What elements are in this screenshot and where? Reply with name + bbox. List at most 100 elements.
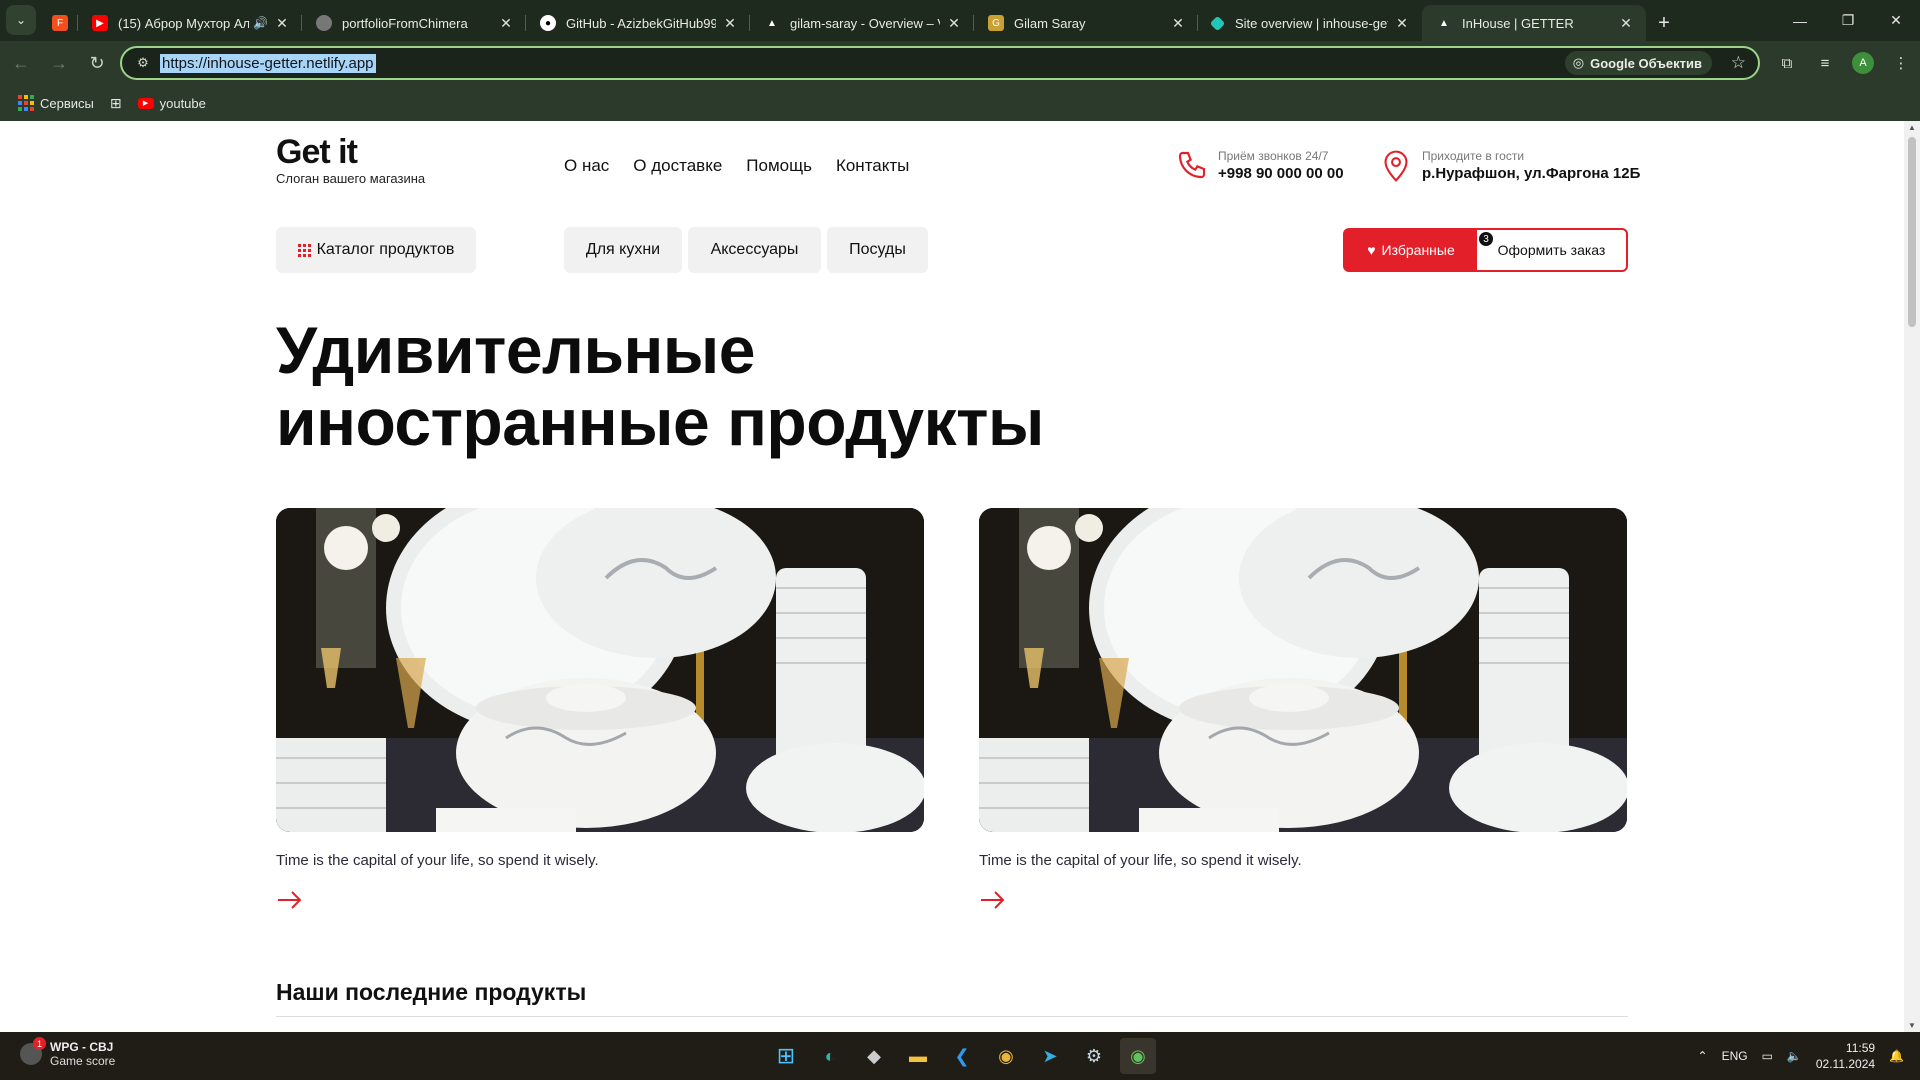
bookmark-youtube-label: youtube: [159, 95, 206, 111]
network-icon[interactable]: ▭: [1762, 1049, 1773, 1063]
close-icon[interactable]: ✕: [1394, 15, 1410, 32]
windows-start-icon[interactable]: ⊞: [768, 1038, 804, 1074]
game-icon: 1: [20, 1037, 46, 1065]
clock[interactable]: 11:59 02.11.2024: [1816, 1040, 1875, 1072]
nav-link-help[interactable]: Помощь: [746, 156, 812, 176]
youtube-icon: ▶: [137, 97, 154, 109]
address-contact[interactable]: Приходите в гости р.Нурафшон, ул.Фаргона…: [1380, 149, 1640, 183]
scroll-down-icon[interactable]: ▼: [1904, 1021, 1920, 1030]
hero-title-line-2: иностранные продукты: [276, 385, 1044, 459]
scroll-up-icon[interactable]: ▲: [1904, 123, 1920, 132]
favorites-button[interactable]: ♥ Избранные: [1345, 230, 1477, 270]
checkout-button[interactable]: 3 Оформить заказ: [1477, 230, 1626, 270]
url-text[interactable]: https://inhouse-getter.netlify.app: [160, 53, 376, 73]
extensions-icon[interactable]: ⧉: [1768, 41, 1806, 85]
github-icon: ●: [540, 15, 556, 31]
lens-label: Google Объектив: [1590, 55, 1702, 71]
tab-github[interactable]: ● GitHub - AzizbekGitHub99/in ✕: [526, 5, 750, 41]
close-icon[interactable]: ✕: [274, 15, 290, 32]
tab-title: InHouse | GETTER: [1462, 15, 1574, 31]
telegram-icon[interactable]: ➤: [1032, 1038, 1068, 1074]
location-pin-icon: [1384, 150, 1408, 182]
steam-icon[interactable]: ⚙: [1076, 1038, 1112, 1074]
category-accessories-button[interactable]: Аксессуары: [688, 227, 821, 273]
catalog-label: Каталог продуктов: [316, 241, 455, 258]
speaker-icon[interactable]: 🔊: [253, 16, 268, 30]
close-icon[interactable]: ✕: [1170, 15, 1186, 32]
language-indicator[interactable]: ENG: [1722, 1049, 1748, 1063]
phone-contact[interactable]: Приём звонков 24/7 +998 90 000 00 00: [1176, 149, 1344, 182]
new-tab-button[interactable]: +: [1646, 5, 1682, 41]
google-lens-button[interactable]: ◎ Google Объектив: [1564, 51, 1712, 75]
windows-taskbar: 1 WPG - CBJ Game score ⊞ ◐ ◆ ▬ ❮ ◉ ➤ ⚙ ◉…: [0, 1032, 1920, 1080]
arrow-right-icon[interactable]: [979, 887, 1005, 913]
chrome-active-icon[interactable]: ◉: [1120, 1038, 1156, 1074]
youtube-icon: ▶: [92, 15, 108, 31]
tab-search-dropdown[interactable]: ⌄: [6, 5, 36, 35]
address-bar[interactable]: ⚙ https://inhouse-getter.netlify.app ◎ G…: [120, 46, 1760, 80]
tab-title: GitHub - AzizbekGitHub99/in: [566, 15, 716, 31]
tab-groups-icon[interactable]: ⊞: [110, 95, 122, 112]
scrollbar-thumb[interactable]: [1908, 137, 1916, 327]
nav-link-delivery[interactable]: О доставке: [633, 156, 722, 176]
tab-portfolio[interactable]: portfolioFromChimera ✕: [302, 5, 526, 41]
close-icon[interactable]: ✕: [1618, 15, 1634, 32]
tab-inhouse-getter[interactable]: ▲ InHouse | GETTER ✕: [1422, 5, 1646, 41]
game-widget[interactable]: 1 WPG - CBJ Game score: [20, 1037, 115, 1068]
tab-youtube[interactable]: ▶ (15) Аброр Мухтор Алий 🔊 ✕: [78, 5, 302, 41]
menu-icon[interactable]: ⋮: [1882, 41, 1920, 85]
minimize-icon[interactable]: —: [1776, 0, 1824, 41]
close-icon[interactable]: ✕: [946, 15, 962, 32]
site-info-icon[interactable]: ⚙: [130, 55, 156, 71]
figma-icon: F: [52, 15, 68, 31]
close-icon[interactable]: ✕: [498, 15, 514, 32]
apps-grid-icon: [18, 95, 34, 111]
tableware-image[interactable]: [276, 508, 924, 832]
close-window-icon[interactable]: ✕: [1872, 0, 1920, 41]
file-explorer-icon[interactable]: ▬: [900, 1038, 936, 1074]
bookmark-apps[interactable]: Сервисы: [18, 95, 94, 111]
gilam-icon: G: [988, 15, 1004, 31]
restore-icon[interactable]: ❐: [1824, 0, 1872, 41]
volume-icon[interactable]: 🔈: [1787, 1049, 1802, 1063]
close-icon[interactable]: ✕: [722, 15, 738, 32]
edge-icon[interactable]: ◐: [812, 1038, 848, 1074]
app-icon[interactable]: ◆: [856, 1038, 892, 1074]
chrome-icon[interactable]: ◉: [988, 1038, 1024, 1074]
catalog-button[interactable]: Каталог продуктов: [276, 227, 476, 273]
game-title: WPG - CBJ: [50, 1040, 114, 1054]
tab-vercel[interactable]: ▲ gilam-saray - Overview – Verc ✕: [750, 5, 974, 41]
bookmark-youtube[interactable]: ▶ youtube: [137, 95, 206, 111]
vscode-icon[interactable]: ❮: [944, 1038, 980, 1074]
tray-chevron-icon[interactable]: ⌃: [1698, 1049, 1708, 1063]
lens-icon: ◎: [1572, 55, 1585, 70]
media-control-icon[interactable]: ≡: [1806, 41, 1844, 85]
favorites-label: Избранные: [1381, 242, 1455, 258]
forward-icon[interactable]: →: [42, 46, 76, 80]
category-kitchen-button[interactable]: Для кухни: [564, 227, 682, 273]
back-icon[interactable]: ←: [4, 46, 38, 80]
notification-icon[interactable]: 🔔: [1889, 1049, 1904, 1063]
game-badge: 1: [33, 1037, 46, 1050]
tab-netlify[interactable]: Site overview | inhouse-getter ✕: [1198, 5, 1422, 41]
nav-link-about[interactable]: О нас: [564, 156, 609, 176]
tableware-image[interactable]: [979, 508, 1627, 832]
heart-icon: ♥: [1367, 242, 1376, 258]
vercel-icon: ▲: [767, 17, 777, 29]
category-dishes-button[interactable]: Посуды: [827, 227, 928, 273]
reload-icon[interactable]: ↻: [80, 46, 114, 80]
tab-gilam-saray[interactable]: G Gilam Saray ✕: [974, 5, 1198, 41]
divider: [276, 1016, 1628, 1017]
tab-figma[interactable]: F: [42, 5, 78, 41]
phone-icon: [1178, 151, 1206, 179]
promo-card: Time is the capital of your life, so spe…: [979, 508, 1627, 918]
nav-link-contacts[interactable]: Контакты: [836, 156, 909, 176]
promo-caption: Time is the capital of your life, so spe…: [276, 852, 599, 869]
profile-avatar[interactable]: A: [1852, 52, 1874, 74]
arrow-right-icon[interactable]: [276, 887, 302, 913]
latest-products-title: Наши последние продукты: [276, 979, 587, 1005]
tab-title: gilam-saray - Overview – Verc: [790, 15, 940, 31]
web-page: Get it Слоган вашего магазина О нас О до…: [0, 121, 1904, 1032]
bookmark-star-icon[interactable]: ☆: [1731, 53, 1746, 73]
page-scrollbar[interactable]: ▲ ▼: [1904, 121, 1920, 1032]
